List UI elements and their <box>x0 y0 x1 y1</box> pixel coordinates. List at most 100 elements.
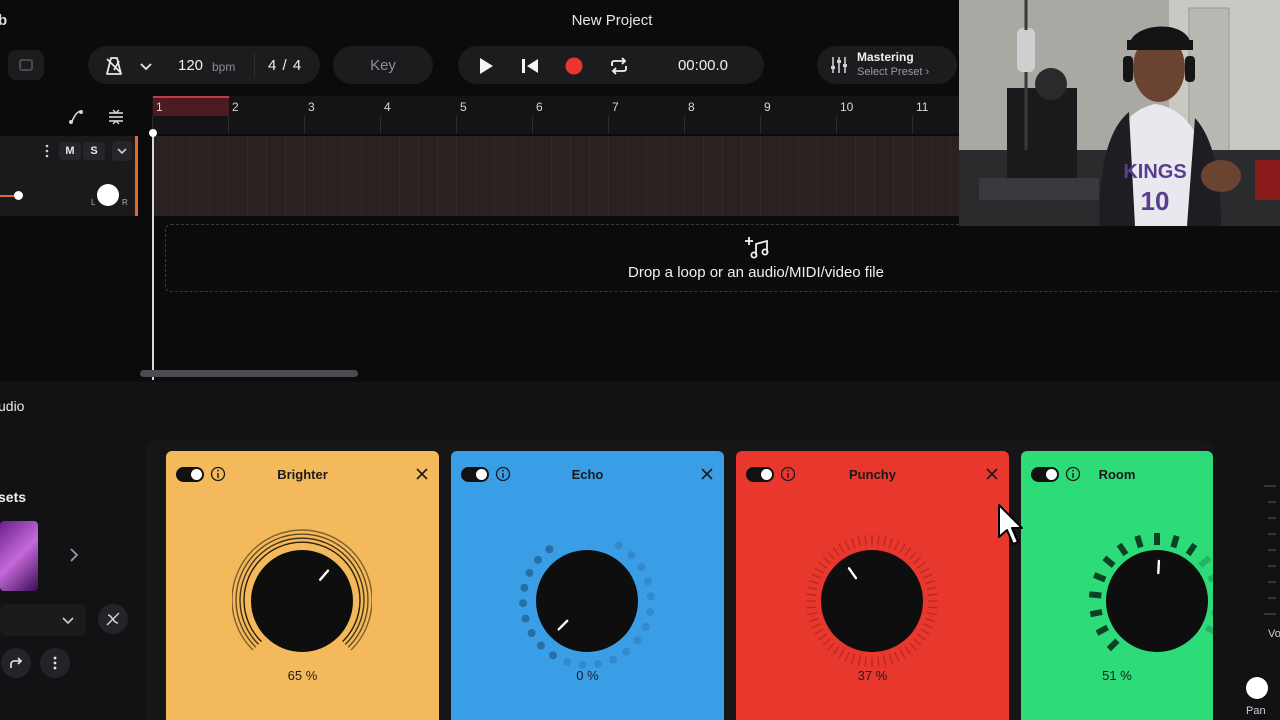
chevron-down-icon[interactable] <box>138 58 154 74</box>
curve-tool-icon <box>69 110 83 124</box>
close-icon[interactable] <box>700 467 714 481</box>
automation-button[interactable] <box>62 104 90 130</box>
ruler-tick <box>380 116 381 134</box>
loop-button[interactable] <box>607 54 631 78</box>
daw-app: b New Project 120 bpm 4 / 4 Key 00:00.0 <box>0 0 1280 720</box>
share-button[interactable] <box>1 648 31 678</box>
track-lane[interactable] <box>152 136 960 216</box>
presets-heading: sets <box>0 489 27 505</box>
ruler-tick <box>912 116 913 134</box>
effect-card[interactable]: Room 51 % <box>1021 451 1213 720</box>
webcam-overlay: KINGS 10 <box>959 0 1280 226</box>
time-signature[interactable]: 4 / 4 <box>268 57 302 74</box>
project-title[interactable]: New Project <box>540 12 684 29</box>
effect-value: 0 % <box>576 668 599 683</box>
chevron-down-icon <box>117 148 127 155</box>
ruler-bar-label: 1 <box>156 100 163 114</box>
record-button[interactable] <box>562 54 586 78</box>
svg-text:10: 10 <box>1141 186 1170 216</box>
ruler-bar-label: 2 <box>232 100 239 114</box>
chevron-right-icon: › <box>925 66 930 78</box>
metronome-icon[interactable] <box>104 56 124 76</box>
quantize-button[interactable] <box>102 104 130 130</box>
clear-fx-button[interactable] <box>98 604 128 634</box>
ruler-tick <box>608 116 609 134</box>
ruler-tick <box>532 116 533 134</box>
pan-knob[interactable] <box>97 184 119 206</box>
mastering-preset-label: Select Preset <box>857 66 923 78</box>
sliders-icon <box>831 57 847 73</box>
rewind-button[interactable] <box>518 54 542 78</box>
mastering-preset: Select Preset › <box>857 66 929 78</box>
panel-title: udio <box>0 398 25 414</box>
horizontal-scrollbar[interactable] <box>140 370 358 377</box>
ruler-bar-label: 9 <box>764 100 771 114</box>
ruler-bar-label: 10 <box>840 100 854 114</box>
more-options-button[interactable] <box>40 648 70 678</box>
timeline-ruler[interactable] <box>152 96 960 134</box>
add-music-icon <box>745 237 769 259</box>
loop-icon <box>611 57 627 75</box>
effect-knob[interactable] <box>802 521 942 681</box>
ruler-tick <box>684 116 685 134</box>
pan-label: Pan <box>1246 705 1266 717</box>
brand-fragment: b <box>0 12 8 29</box>
effect-card[interactable]: Punchy 37 % <box>736 451 1009 720</box>
effect-card[interactable]: Echo 0 % <box>451 451 724 720</box>
solo-button[interactable]: S <box>83 142 105 160</box>
timecode-display: 00:00.0 <box>677 57 729 74</box>
ruler-bar-label: 11 <box>916 100 929 114</box>
effect-name: Punchy <box>849 467 896 482</box>
key-label: Key <box>370 57 396 74</box>
divider <box>254 52 255 78</box>
master-pan-knob[interactable] <box>1246 677 1268 699</box>
pan-right-label: R <box>122 198 128 207</box>
ruler-tick <box>228 116 229 134</box>
mastering-title: Mastering <box>857 50 914 64</box>
chevron-right-icon[interactable] <box>66 546 82 564</box>
ruler-bar-label: 4 <box>384 100 391 114</box>
tempo-value[interactable]: 120 <box>178 57 203 74</box>
playhead-handle[interactable] <box>149 129 157 137</box>
effect-knob[interactable] <box>517 521 657 681</box>
play-icon <box>480 58 493 74</box>
ruler-bar-label: 3 <box>308 100 315 114</box>
ruler-bar-label: 5 <box>460 100 467 114</box>
track-expand-button[interactable] <box>112 141 132 161</box>
tempo-unit: bpm <box>212 60 236 74</box>
effect-name: Brighter <box>277 467 328 482</box>
ruler-tick <box>836 116 837 134</box>
redo-arrow-icon <box>10 657 23 668</box>
loop-region[interactable] <box>153 96 229 116</box>
effect-card[interactable]: Brighter 65 % <box>166 451 439 720</box>
quantize-icon <box>109 109 123 125</box>
chevron-down-icon <box>62 617 74 625</box>
effect-value: 51 % <box>1102 668 1132 683</box>
close-icon[interactable] <box>985 467 999 481</box>
playhead[interactable] <box>152 130 154 380</box>
drop-zone[interactable] <box>165 224 1280 292</box>
ruler-bar-label: 7 <box>612 100 619 114</box>
volume-label: Vo <box>1268 628 1280 640</box>
more-vertical-icon[interactable] <box>42 143 52 159</box>
effect-knob[interactable] <box>1087 521 1213 681</box>
ruler-tick <box>760 116 761 134</box>
ruler-tick <box>456 116 457 134</box>
close-icon[interactable] <box>415 467 429 481</box>
play-button[interactable] <box>474 54 498 78</box>
preset-thumbnail[interactable] <box>0 521 38 591</box>
mute-button[interactable]: M <box>59 142 81 160</box>
more-vertical-icon <box>53 656 57 670</box>
svg-text:KINGS: KINGS <box>1123 161 1186 183</box>
drop-zone-text: Drop a loop or an audio/MIDI/video file <box>628 264 884 281</box>
panel-icon <box>19 59 33 71</box>
panel-toggle-button[interactable] <box>8 50 44 80</box>
ruler-bar-label: 6 <box>536 100 543 114</box>
effect-knob[interactable] <box>232 521 372 681</box>
effect-name: Room <box>1098 467 1136 482</box>
volume-meter <box>1264 485 1276 615</box>
ruler-tick <box>304 116 305 134</box>
effect-value: 65 % <box>287 668 318 683</box>
volume-slider-handle[interactable] <box>14 191 23 200</box>
pan-left-label: L <box>91 198 96 207</box>
